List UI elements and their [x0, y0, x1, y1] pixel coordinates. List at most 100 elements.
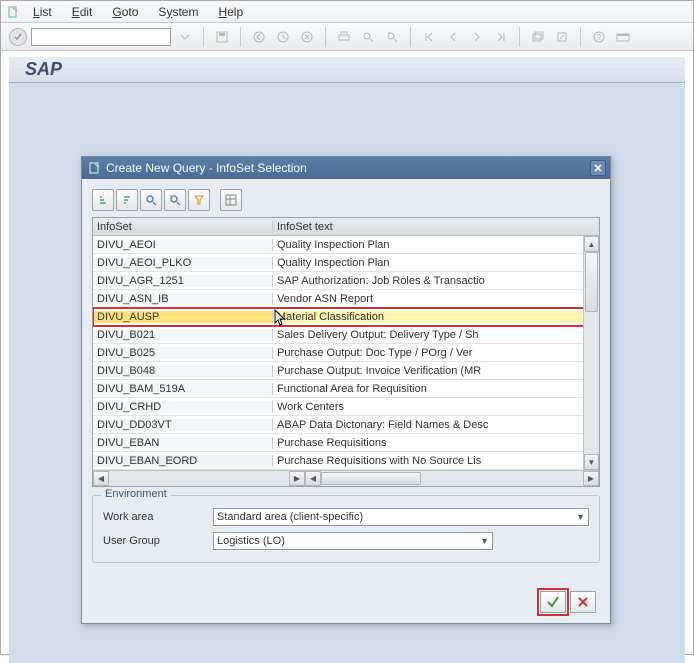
environment-group: Environment Work area Standard area (cli…: [92, 495, 600, 563]
cell-infoset: DIVU_B048: [93, 365, 273, 377]
find-next-button[interactable]: [164, 189, 186, 211]
dialog-close-button[interactable]: [590, 160, 606, 176]
col-header-infoset[interactable]: InfoSet: [93, 221, 273, 233]
dropdown-icon[interactable]: [175, 27, 195, 47]
infoset-selection-dialog: Create New Query - InfoSet Selection Inf…: [81, 156, 611, 624]
new-session-icon[interactable]: [528, 27, 548, 47]
print-icon[interactable]: [334, 27, 354, 47]
cell-infoset: DIVU_EBAN: [93, 437, 273, 449]
save-icon[interactable]: [212, 27, 232, 47]
infoset-grid: InfoSet InfoSet text DIVU_AEOIQuality In…: [92, 217, 600, 487]
cell-infoset-text: Purchase Requisitions with No Source Lis: [273, 455, 599, 467]
table-row[interactable]: DIVU_EBANPurchase Requisitions: [93, 434, 599, 452]
grid-header: InfoSet InfoSet text: [93, 218, 599, 236]
enter-button[interactable]: [9, 28, 27, 46]
layout-button[interactable]: [220, 189, 242, 211]
shortcut-icon[interactable]: [552, 27, 572, 47]
table-row[interactable]: DIVU_AUSPMaterial Classification: [93, 308, 599, 326]
filter-button[interactable]: [188, 189, 210, 211]
work-area-label: Work area: [103, 511, 213, 523]
menu-list[interactable]: List: [25, 3, 60, 21]
menu-doc-icon[interactable]: [7, 5, 21, 19]
find-icon[interactable]: [358, 27, 378, 47]
table-row[interactable]: DIVU_EBAN_EORDPurchase Requisitions with…: [93, 452, 599, 470]
content-area: Create New Query - InfoSet Selection Inf…: [9, 83, 685, 663]
table-row[interactable]: DIVU_AGR_1251SAP Authorization: Job Role…: [93, 272, 599, 290]
cell-infoset: DIVU_AEOI_PLKO: [93, 257, 273, 269]
help-icon[interactable]: ?: [589, 27, 609, 47]
table-row[interactable]: DIVU_AEOI_PLKOQuality Inspection Plan: [93, 254, 599, 272]
cell-infoset-text: Sales Delivery Output: Delivery Type / S…: [273, 329, 599, 341]
chevron-down-icon: ▼: [576, 512, 585, 522]
dialog-titlebar: Create New Query - InfoSet Selection: [82, 157, 610, 179]
scroll-down-icon[interactable]: ▼: [584, 454, 599, 470]
hscroll-left-icon[interactable]: ◀: [93, 471, 109, 486]
work-area-select[interactable]: Standard area (client-specific) ▼: [213, 508, 589, 526]
cell-infoset-text: ABAP Data Dictonary: Field Names & Desc: [273, 419, 599, 431]
menubar: List Edit Goto System Help: [1, 1, 693, 23]
grid-body: DIVU_AEOIQuality Inspection PlanDIVU_AEO…: [93, 236, 599, 470]
scroll-thumb[interactable]: [585, 252, 598, 312]
command-field[interactable]: [31, 28, 171, 46]
next-page-icon[interactable]: [467, 27, 487, 47]
sort-desc-button[interactable]: [116, 189, 138, 211]
svg-text:?: ?: [597, 33, 602, 42]
find-next-icon[interactable]: [382, 27, 402, 47]
last-page-icon[interactable]: [491, 27, 511, 47]
menu-goto[interactable]: Goto: [104, 3, 146, 21]
table-row[interactable]: DIVU_ASN_IBVendor ASN Report: [93, 290, 599, 308]
hscroll-thumb[interactable]: [321, 472, 421, 485]
first-page-icon[interactable]: [419, 27, 439, 47]
vertical-scrollbar[interactable]: ▲ ▼: [583, 236, 599, 470]
cell-infoset: DIVU_ASN_IB: [93, 293, 273, 305]
cancel-icon[interactable]: [297, 27, 317, 47]
cell-infoset: DIVU_AUSP: [93, 311, 273, 323]
cell-infoset: DIVU_EBAN_EORD: [93, 455, 273, 467]
dialog-title-text: Create New Query - InfoSet Selection: [106, 161, 307, 175]
cell-infoset-text: SAP Authorization: Job Roles & Transacti…: [273, 275, 599, 287]
environment-legend: Environment: [101, 488, 171, 500]
menu-system[interactable]: System: [150, 3, 206, 21]
cell-infoset: DIVU_AGR_1251: [93, 275, 273, 287]
back-icon[interactable]: [249, 27, 269, 47]
layout-icon[interactable]: [613, 27, 633, 47]
table-row[interactable]: DIVU_BAM_519AFunctional Area for Requisi…: [93, 380, 599, 398]
hscroll-left-2-icon[interactable]: ◀: [305, 471, 321, 486]
hscroll-right-1-icon[interactable]: ▶: [289, 471, 305, 486]
cell-infoset-text: Quality Inspection Plan: [273, 239, 599, 251]
horizontal-scrollbar[interactable]: ◀ ▶ ◀ ▶: [93, 470, 599, 486]
table-row[interactable]: DIVU_B021Sales Delivery Output: Delivery…: [93, 326, 599, 344]
dialog-toolbar: [92, 189, 600, 211]
dialog-footer: [92, 591, 600, 617]
cell-infoset: DIVU_DD03VT: [93, 419, 273, 431]
menu-help[interactable]: Help: [210, 3, 251, 21]
menu-edit[interactable]: Edit: [64, 3, 101, 21]
cell-infoset: DIVU_B025: [93, 347, 273, 359]
cell-infoset: DIVU_BAM_519A: [93, 383, 273, 395]
table-row[interactable]: DIVU_AEOIQuality Inspection Plan: [93, 236, 599, 254]
hscroll-right-icon[interactable]: ▶: [583, 471, 599, 486]
sort-asc-button[interactable]: [92, 189, 114, 211]
table-row[interactable]: DIVU_DD03VTABAP Data Dictonary: Field Na…: [93, 416, 599, 434]
cell-infoset-text: Vendor ASN Report: [273, 293, 599, 305]
table-row[interactable]: DIVU_B048Purchase Output: Invoice Verifi…: [93, 362, 599, 380]
cell-infoset-text: Quality Inspection Plan: [273, 257, 599, 269]
scroll-up-icon[interactable]: ▲: [584, 236, 599, 252]
exit-icon[interactable]: [273, 27, 293, 47]
user-group-select[interactable]: Logistics (LO) ▼: [213, 532, 493, 550]
find-button[interactable]: [140, 189, 162, 211]
user-group-value: Logistics (LO): [217, 535, 285, 547]
cell-infoset-text: Material Classification: [273, 311, 599, 323]
cell-infoset: DIVU_B021: [93, 329, 273, 341]
accept-button[interactable]: [540, 591, 566, 613]
col-header-infoset-text[interactable]: InfoSet text: [273, 221, 583, 233]
cell-infoset-text: Work Centers: [273, 401, 599, 413]
cancel-button[interactable]: [570, 591, 596, 613]
table-row[interactable]: DIVU_B025Purchase Output: Doc Type / POr…: [93, 344, 599, 362]
table-row[interactable]: DIVU_CRHDWork Centers: [93, 398, 599, 416]
cell-infoset-text: Purchase Output: Invoice Verification (M…: [273, 365, 599, 377]
cell-infoset: DIVU_CRHD: [93, 401, 273, 413]
prev-page-icon[interactable]: [443, 27, 463, 47]
user-group-label: User Group: [103, 535, 213, 547]
app-title: SAP: [25, 59, 62, 80]
